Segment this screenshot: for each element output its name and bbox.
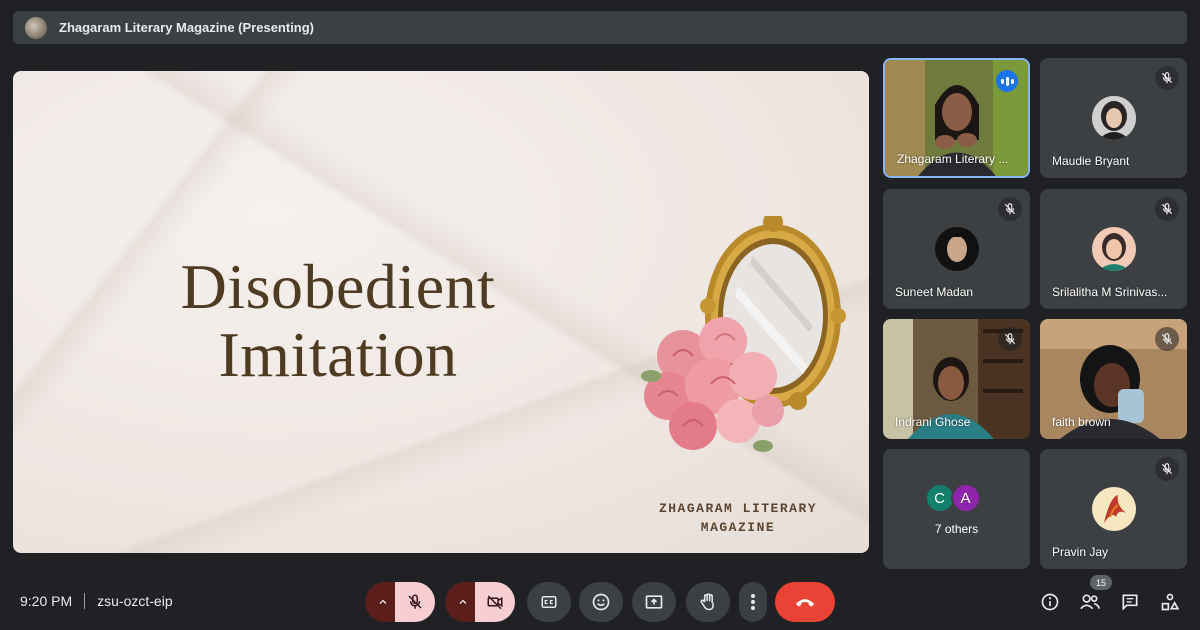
mic-off-icon <box>1155 66 1179 90</box>
present-screen-icon <box>645 595 663 609</box>
avatar <box>1091 96 1136 140</box>
people-button[interactable] <box>1078 590 1102 614</box>
participant-tile[interactable]: Maudie Bryant <box>1040 58 1187 178</box>
more-vert-icon <box>751 594 755 610</box>
toggle-camera-button[interactable] <box>475 582 515 622</box>
slide-title-line2: Imitation <box>218 319 458 390</box>
slide-title: Disobedient Imitation <box>163 253 513 389</box>
call-end-icon <box>795 599 815 607</box>
participant-name: Pravin Jay <box>1052 545 1109 559</box>
info-icon <box>1041 593 1059 611</box>
reactions-button[interactable] <box>579 582 623 622</box>
leave-call-button[interactable] <box>775 582 835 622</box>
mic-off-icon <box>408 594 422 609</box>
chat-button[interactable] <box>1118 590 1142 614</box>
slide-brand-text: ZHAGARAM LITERARY MAGAZINE <box>641 499 835 537</box>
slide-brand-line2: MAGAZINE <box>700 520 776 535</box>
mic-off-icon <box>998 197 1022 221</box>
participant-name: faith brown <box>1052 415 1111 429</box>
participant-name: Zhagaram Literary ... <box>897 152 1009 166</box>
presentation-banner: Zhagaram Literary Magazine (Presenting) <box>13 11 1187 44</box>
toggle-microphone-button[interactable] <box>395 582 435 622</box>
chevron-up-icon <box>459 599 467 604</box>
participant-tile[interactable]: Indrani Ghose <box>883 319 1030 439</box>
activities-icon <box>1161 593 1180 611</box>
participant-tile[interactable]: Pravin Jay <box>1040 449 1187 569</box>
bottom-toolbar: 9:20 PM zsu-ozct-eip <box>0 575 1200 630</box>
speaking-indicator-icon <box>996 70 1018 92</box>
mic-off-icon <box>1155 327 1179 351</box>
presenter-avatar <box>25 16 47 39</box>
participant-name: Srilalitha M Srinivas... <box>1052 285 1168 299</box>
avatar: A <box>950 483 981 513</box>
shared-slide: Disobedient Imitation ZHAGARAM LITERARY … <box>13 71 869 553</box>
chevron-up-icon <box>379 599 387 604</box>
clock-time: 9:20 PM <box>20 593 73 609</box>
participant-tile[interactable]: faith brown <box>1040 319 1187 439</box>
others-tile[interactable]: C A 7 others <box>883 449 1030 569</box>
participant-name: Maudie Bryant <box>1052 154 1130 168</box>
participant-tile[interactable]: Zhagaram Literary ... <box>883 58 1030 178</box>
participant-name: Indrani Ghose <box>895 415 971 429</box>
mic-off-icon <box>1155 457 1179 481</box>
participant-name: Suneet Madan <box>895 285 974 299</box>
others-count: 7 others <box>934 522 979 536</box>
divider <box>84 593 86 609</box>
captions-button[interactable] <box>527 582 571 622</box>
meeting-info: 9:20 PM zsu-ozct-eip <box>20 593 173 609</box>
meeting-details-button[interactable] <box>1038 590 1062 614</box>
avatar <box>934 227 979 271</box>
mic-off-icon <box>1155 197 1179 221</box>
mirror-and-flowers-illustration <box>641 216 846 452</box>
avatar <box>1091 487 1136 531</box>
participant-tile[interactable]: Suneet Madan <box>883 189 1030 309</box>
avatar <box>1091 227 1136 271</box>
slide-title-line1: Disobedient <box>180 251 496 322</box>
microphone-control <box>365 582 435 622</box>
camera-off-icon <box>487 595 503 610</box>
raise-hand-button[interactable] <box>686 582 730 622</box>
present-now-button[interactable] <box>632 582 676 622</box>
others-avatars: C A <box>924 483 981 513</box>
participant-tile[interactable]: Srilalitha M Srinivas... <box>1040 189 1187 309</box>
more-options-button[interactable] <box>739 582 767 622</box>
meeting-code: zsu-ozct-eip <box>97 593 173 609</box>
closed-captions-icon <box>541 596 557 608</box>
camera-control <box>445 582 515 622</box>
people-icon <box>1080 594 1100 610</box>
participant-count-badge: 15 <box>1090 575 1112 590</box>
presentation-title: Zhagaram Literary Magazine (Presenting) <box>59 20 315 35</box>
chat-icon <box>1122 594 1138 611</box>
activities-button[interactable] <box>1158 590 1182 614</box>
emoji-icon <box>592 593 610 611</box>
slide-brand-line1: ZHAGARAM LITERARY <box>658 501 818 516</box>
raise-hand-icon <box>700 593 714 611</box>
mic-off-icon <box>998 327 1022 351</box>
